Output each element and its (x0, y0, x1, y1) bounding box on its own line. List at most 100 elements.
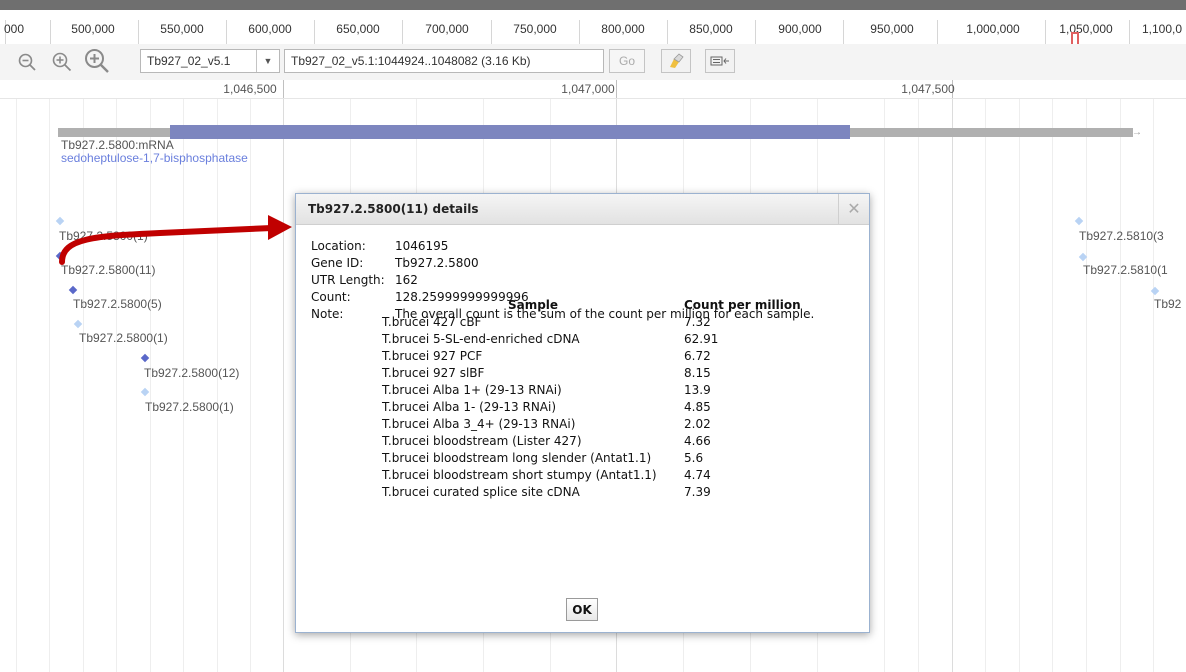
navigation-toolbar: Tb927_02_v5.1 ▼ Tb927_02_v5.1:1044924..1… (0, 44, 1186, 81)
reference-sequence-value: Tb927_02_v5.1 (147, 54, 231, 68)
location-input[interactable]: Tb927_02_v5.1:1044924..1048082 (3.16 Kb) (284, 49, 604, 73)
table-row: T.brucei bloodstream short stumpy (Antat… (382, 467, 801, 484)
sample-name: T.brucei bloodstream short stumpy (Antat… (382, 468, 657, 482)
detail-value: Tb927.2.5800 (395, 256, 479, 270)
table-row: T.brucei 927 PCF 6.72 (382, 348, 801, 365)
zoom-in-big-icon[interactable] (84, 48, 110, 74)
overview-tick (1129, 20, 1130, 44)
zoom-in-icon[interactable] (52, 52, 72, 72)
gridline (16, 99, 17, 672)
overview-tick (1045, 20, 1046, 44)
gridline (985, 99, 986, 672)
overview-tick (314, 20, 315, 44)
sample-name: T.brucei 927 PCF (382, 349, 483, 363)
overview-label: 600,000 (248, 22, 292, 36)
overview-tick (491, 20, 492, 44)
detail-key: Location: (311, 239, 366, 253)
table-row: T.brucei 427 cBF 7.32 (382, 314, 801, 331)
overview-label: 1,000,000 (966, 22, 1020, 36)
table-row: T.brucei bloodstream long slender (Antat… (382, 450, 801, 467)
detail-row-gene-id: Gene ID: Tb927.2.5800 (311, 255, 814, 272)
feature-label[interactable]: Tb92 (1154, 297, 1181, 311)
gridline (1086, 99, 1087, 672)
ruler-tick (616, 80, 617, 98)
feature-label[interactable]: Tb927.2.5810(3 (1079, 229, 1164, 243)
gridline (884, 99, 885, 672)
strand-arrow-icon: → (1132, 127, 1142, 138)
ok-button[interactable]: OK (566, 598, 598, 621)
gridline (116, 99, 117, 672)
table-row: T.brucei Alba 3_4+ (29-13 RNAi) 2.02 (382, 416, 801, 433)
gridline (183, 99, 184, 672)
location-value: Tb927_02_v5.1:1044924..1048082 (3.16 Kb) (291, 54, 531, 68)
overview-label: 000 (3, 22, 25, 36)
overview-tick (755, 20, 756, 44)
sample-name: T.brucei Alba 1- (29-13 RNAi) (382, 400, 557, 414)
sample-count: 13.9 (684, 383, 711, 397)
sample-name: T.brucei curated splice site cDNA (382, 485, 580, 499)
sample-name: T.brucei 5-SL-end-enriched cDNA (382, 332, 580, 346)
column-header-sample: Sample (507, 298, 559, 312)
overview-label: 950,000 (870, 22, 914, 36)
sample-count: 7.32 (684, 315, 711, 329)
gridline (1019, 99, 1020, 672)
mrna-description: sedoheptulose-1,7-bisphosphatase (61, 151, 248, 165)
gridline (49, 99, 50, 672)
overview-ruler[interactable]: 000 500,000 550,000 600,000 650,000 700,… (0, 10, 1186, 46)
gridline (1153, 99, 1154, 672)
zoom-out-icon[interactable] (18, 53, 36, 71)
overview-tick (138, 20, 139, 44)
reference-sequence-select[interactable]: Tb927_02_v5.1 ▼ (140, 49, 280, 73)
feature-label[interactable]: Tb927.2.5800(1) (79, 331, 168, 345)
feature-label[interactable]: Tb927.2.5800(12) (144, 366, 239, 380)
feature-label[interactable]: Tb927.2.5800(1) (59, 229, 148, 243)
sample-count: 4.74 (684, 468, 711, 482)
sample-count: 7.39 (684, 485, 711, 499)
highlighter-icon[interactable] (661, 49, 691, 73)
gridline (150, 99, 151, 672)
detail-value: 162 (395, 273, 418, 287)
table-row: T.brucei 927 slBF 8.15 (382, 365, 801, 382)
sample-name: T.brucei bloodstream (Lister 427) (382, 434, 582, 448)
overview-label: 700,000 (425, 22, 469, 36)
overview-tick (667, 20, 668, 44)
gridline (250, 99, 251, 672)
ruler-label: 1,047,500 (901, 82, 955, 96)
gridline (217, 99, 218, 672)
go-button[interactable]: Go (609, 49, 646, 73)
feature-label[interactable]: Tb927.2.5810(1 (1083, 263, 1168, 277)
feature-label[interactable]: Tb927.2.5800(1) (145, 400, 234, 414)
feature-label[interactable]: Tb927.2.5800(5) (73, 297, 162, 311)
overview-label: 800,000 (601, 22, 645, 36)
gridline (952, 99, 953, 672)
sample-count: 62.91 (684, 332, 719, 346)
overview-label: 500,000 (71, 22, 115, 36)
detail-key: UTR Length: (311, 273, 385, 287)
overview-tick (937, 20, 938, 44)
close-icon[interactable]: ✕ (838, 194, 869, 224)
feature-label[interactable]: Tb927.2.5800(11) (61, 263, 156, 277)
sample-count: 8.15 (684, 366, 711, 380)
dialog-title-bar[interactable]: Tb927.2.5800(11) details ✕ (296, 194, 869, 225)
table-row: T.brucei curated splice site cDNA 7.39 (382, 484, 801, 501)
column-header-count: Count per million (684, 298, 801, 312)
mrna-cds-bar[interactable] (170, 125, 850, 139)
sample-count: 4.66 (684, 434, 711, 448)
position-ruler[interactable]: 1,046,500 1,047,000 1,047,500 (0, 80, 1186, 99)
sample-name: T.brucei Alba 3_4+ (29-13 RNAi) (382, 417, 576, 431)
sample-count: 5.6 (684, 451, 704, 465)
table-header-row: Sample Count per million (382, 297, 801, 314)
ruler-label: 1,046,500 (223, 82, 277, 96)
overview-tick (843, 20, 844, 44)
detail-row-location: Location: 1046195 (311, 238, 814, 255)
overview-tick (50, 20, 51, 44)
table-row: T.brucei Alba 1+ (29-13 RNAi) 13.9 (382, 382, 801, 399)
sample-name: T.brucei bloodstream long slender (Antat… (382, 451, 652, 465)
sample-name: T.brucei 927 slBF (382, 366, 485, 380)
track-toggle-icon[interactable] (705, 49, 735, 73)
mrna-name[interactable]: Tb927.2.5800:mRNA (61, 138, 174, 152)
gridline (1052, 99, 1053, 672)
sample-count: 4.85 (684, 400, 711, 414)
overview-tick (226, 20, 227, 44)
detail-value: 1046195 (395, 239, 449, 253)
